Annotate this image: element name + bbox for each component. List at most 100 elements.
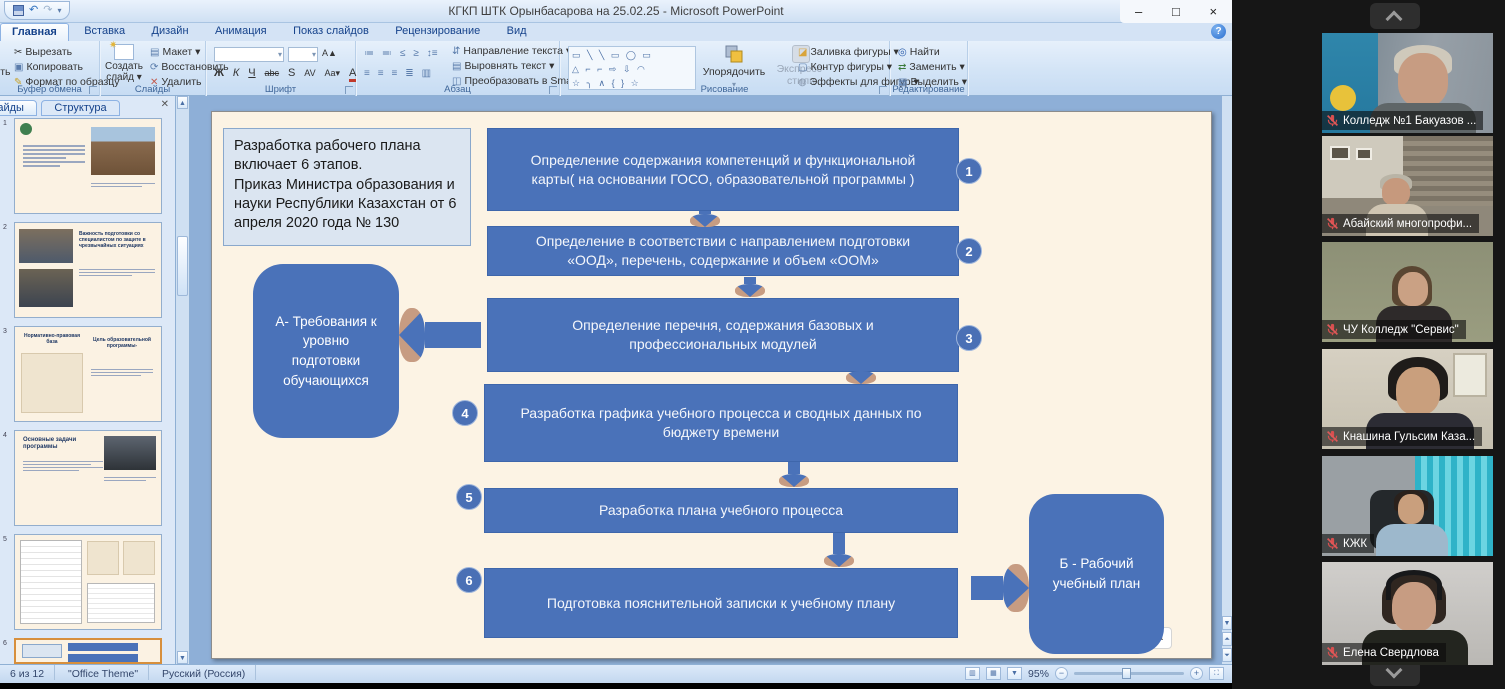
slide-thumbnail-5[interactable] <box>14 534 162 630</box>
reset-icon: ⟳ <box>150 62 158 73</box>
normal-view-button[interactable]: ▥ <box>965 667 980 680</box>
font-dialog-launcher[interactable] <box>345 86 353 94</box>
slide-sorter-view-button[interactable]: ▦ <box>986 667 1001 680</box>
language-indicator[interactable]: Русский (Россия) <box>152 665 256 680</box>
group-editing: ◎Найти ⇄Заменить ▾ ▦Выделить ▾ Редактиро… <box>890 41 968 96</box>
new-slide-button[interactable]: ✷ Создать слайд ▾ <box>104 44 144 83</box>
flow-step-1[interactable]: Определение содержания компетенций и фун… <box>487 128 959 211</box>
font-size-combo[interactable] <box>288 47 318 62</box>
slide-thumbnail-1[interactable] <box>14 118 162 214</box>
copy-button[interactable]: ▣Копировать <box>14 61 83 73</box>
fit-to-window-button[interactable]: ⛶ <box>1209 667 1224 680</box>
tab-review[interactable]: Рецензирование <box>384 23 491 41</box>
shape-outline-button[interactable]: ▢Контур фигуры ▾ <box>798 61 892 73</box>
scroll-down-icon[interactable]: ▼ <box>1222 616 1232 630</box>
paragraph-dialog-launcher[interactable] <box>549 86 557 94</box>
slide-canvas[interactable]: Разработка рабочего плана включает 6 эта… <box>211 111 1212 659</box>
align-left-icon[interactable]: ≡ <box>364 68 370 79</box>
align-text-button[interactable]: ▤Выровнять текст ▾ <box>452 60 554 72</box>
bullets-icon[interactable]: ≔ <box>364 48 374 59</box>
italic-button[interactable]: К <box>233 67 239 79</box>
scroll-up-icon[interactable]: ▲ <box>177 96 188 109</box>
grow-font-button[interactable]: A▲ <box>322 48 337 58</box>
slideshow-view-button[interactable]: ▼ <box>1007 667 1022 680</box>
redo-icon[interactable]: ↷ <box>43 5 52 16</box>
align-right-icon[interactable]: ≡ <box>392 68 398 79</box>
bold-button[interactable]: Ж <box>214 67 224 79</box>
previous-slide-button[interactable]: ⏶ <box>1222 632 1232 646</box>
replace-button[interactable]: ⇄Заменить ▾ <box>898 61 965 73</box>
paste-button[interactable]: Вставить <box>0 44 10 78</box>
find-button[interactable]: ◎Найти <box>898 46 940 58</box>
main-scrollbar[interactable]: ▼ ⏶ ⏷ <box>1222 96 1232 664</box>
underline-button[interactable]: Ч <box>248 67 255 79</box>
flow-step-4[interactable]: Разработка графика учебного процесса и с… <box>484 384 958 462</box>
title-bar: ↶ ↷ ▾ КГКП ШТК Орынбасарова на 25.02.25 … <box>0 0 1232 23</box>
slide-thumbnail-3[interactable]: Нормативно-правовая база Цель образовате… <box>14 326 162 422</box>
zoom-slider[interactable] <box>1074 672 1184 675</box>
zoom-out-button[interactable]: − <box>1055 667 1068 680</box>
zoom-in-button[interactable]: + <box>1190 667 1203 680</box>
zoom-level[interactable]: 95% <box>1028 668 1049 680</box>
scrollbar-thumb[interactable] <box>177 236 188 296</box>
ribbon: Вставить ✂Вырезать ▣Копировать ✎Формат п… <box>0 41 1232 96</box>
flow-step-3[interactable]: Определение перечня, содержания базовых … <box>487 298 959 372</box>
maximize-button[interactable]: □ <box>1161 4 1191 19</box>
align-center-icon[interactable]: ≡ <box>378 68 384 79</box>
numbering-icon[interactable]: ≕ <box>382 48 392 59</box>
zoom-slider-thumb[interactable] <box>1122 668 1131 679</box>
panel-scrollbar[interactable]: ▲ ▼ <box>176 96 190 664</box>
participant-video-1[interactable]: Колледж №1 Бакуазов ... <box>1322 33 1493 133</box>
tab-view[interactable]: Вид <box>496 23 538 41</box>
text-direction-button[interactable]: ⇵Направление текста ▾ <box>452 45 571 57</box>
tab-home[interactable]: Главная <box>0 23 69 41</box>
tab-animation[interactable]: Анимация <box>204 23 278 41</box>
shape-fill-button2[interactable]: ◪Заливка фигуры ▾ <box>798 46 899 58</box>
slide-thumbnail-4[interactable]: Основные задачи программы <box>14 430 162 526</box>
change-case-button[interactable]: Aa▾ <box>325 68 341 79</box>
indent-increase-icon[interactable]: ≥ <box>413 48 419 59</box>
drawing-dialog-launcher[interactable] <box>879 86 887 94</box>
indent-decrease-icon[interactable]: ≤ <box>400 48 406 59</box>
tab-slides-thumbnails[interactable]: Слайды <box>0 100 37 116</box>
layout-button[interactable]: ▤Макет ▾ <box>150 46 200 58</box>
shape-b-working-plan[interactable]: Б - Рабочий учебный план <box>1029 494 1164 654</box>
shape-a-requirements[interactable]: А- Требования к уровню подготовки обучаю… <box>253 264 399 438</box>
shadow-button[interactable]: S <box>288 67 295 79</box>
strikethrough-button[interactable]: abc <box>265 68 280 78</box>
clipboard-dialog-launcher[interactable] <box>89 86 97 94</box>
line-spacing-icon[interactable]: ↕≡ <box>427 48 438 59</box>
participant-video-3[interactable]: ЧУ Колледж "Сервис" <box>1322 242 1493 342</box>
tab-slideshow[interactable]: Показ слайдов <box>282 23 380 41</box>
help-icon[interactable]: ? <box>1211 24 1226 39</box>
collapse-up-button[interactable] <box>1370 3 1420 29</box>
participant-video-6[interactable]: Елена Свердлова <box>1322 562 1493 665</box>
participant-video-5[interactable]: КЖК <box>1322 456 1493 556</box>
flow-step-5[interactable]: Разработка плана учебного процесса <box>484 488 958 533</box>
participant-figure <box>1374 490 1450 556</box>
participant-video-2[interactable]: Абайский многопрофи... <box>1322 136 1493 236</box>
panel-close-icon[interactable]: ✕ <box>161 99 169 110</box>
theme-name[interactable]: "Office Theme" <box>58 665 149 680</box>
scroll-down-icon[interactable]: ▼ <box>177 651 188 664</box>
minimize-button[interactable]: – <box>1124 4 1154 19</box>
undo-icon[interactable]: ↶ <box>29 5 38 16</box>
qat-dropdown-icon[interactable]: ▾ <box>57 7 61 15</box>
justify-icon[interactable]: ≣ <box>405 68 413 79</box>
info-textbox[interactable]: Разработка рабочего плана включает 6 эта… <box>223 128 471 246</box>
flow-step-2[interactable]: Определение в соответствии с направление… <box>487 226 959 276</box>
cut-button[interactable]: ✂Вырезать <box>14 46 72 58</box>
columns-icon[interactable]: ▥ <box>422 68 431 79</box>
slide-thumbnail-6-current[interactable] <box>14 638 162 664</box>
slide-thumbnail-2[interactable]: Важность подготовки со специалистом по з… <box>14 222 162 318</box>
flow-step-6[interactable]: Подготовка пояснительной записки к учебн… <box>484 568 958 638</box>
participant-video-4[interactable]: Кнашина Гульсим Каза... <box>1322 349 1493 449</box>
tab-design[interactable]: Дизайн <box>141 23 200 41</box>
next-slide-button[interactable]: ⏷ <box>1222 648 1232 662</box>
tab-outline[interactable]: Структура <box>41 100 119 116</box>
close-button[interactable]: × <box>1198 4 1228 19</box>
character-spacing-button[interactable]: AV <box>304 68 315 78</box>
font-name-combo[interactable] <box>214 47 284 62</box>
tab-insert[interactable]: Вставка <box>73 23 136 41</box>
save-icon[interactable] <box>13 5 24 16</box>
